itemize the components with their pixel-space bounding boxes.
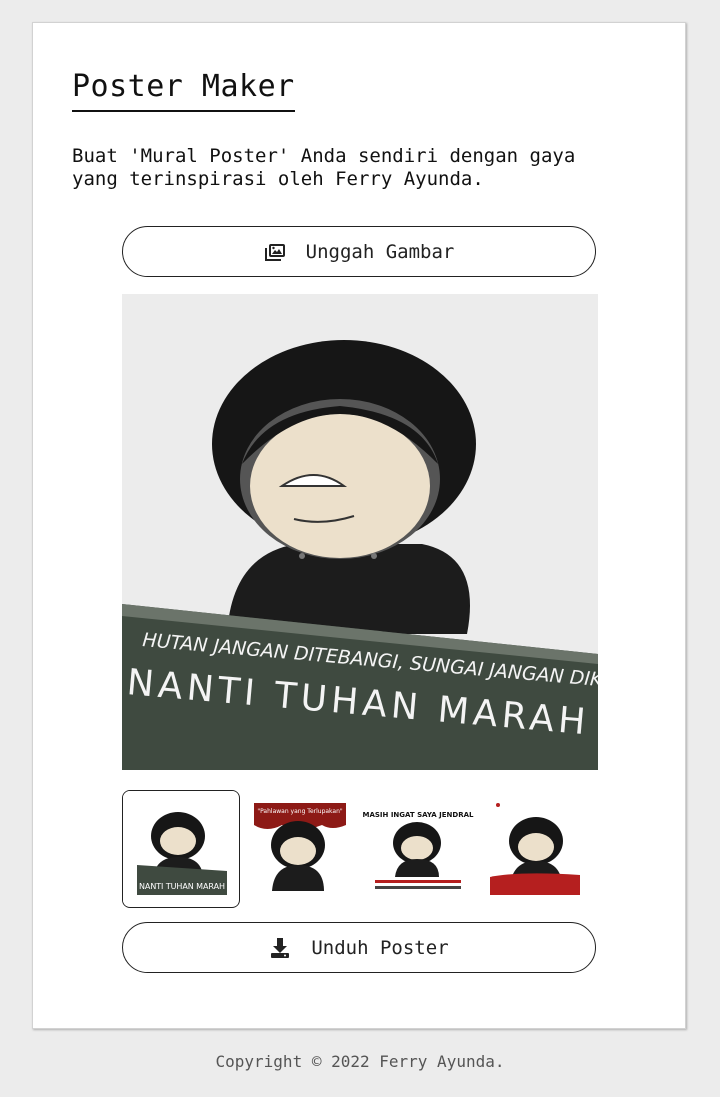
images-icon <box>264 241 286 263</box>
page-title: Poster Maker <box>72 69 295 112</box>
page-description: Buat 'Mural Poster' Anda sendiri dengan … <box>72 145 576 190</box>
template-1-text: NANTI TUHAN MARAH <box>139 882 225 891</box>
poster-preview: HUTAN JANGAN DITEBANGI, SUNGAI JANGAN DI… <box>122 294 598 770</box>
template-thumb-4[interactable] <box>479 790 597 908</box>
download-button-label: Unduh Poster <box>311 936 449 959</box>
template-thumbnails: NANTI TUHAN MARAH "Pahlawan yang Terlupa… <box>122 790 598 908</box>
template-3-text: MASIH INGAT SAYA JENDRAL <box>363 811 475 819</box>
poster-maker-card: Poster Maker Buat 'Mural Poster' Anda se… <box>32 22 686 1029</box>
download-icon <box>269 937 291 959</box>
template-thumb-3[interactable]: MASIH INGAT SAYA JENDRAL <box>360 790 478 908</box>
upload-button-label: Unggah Gambar <box>305 240 455 263</box>
template-2-text: "Pahlawan yang Terlupakan" <box>257 808 343 815</box>
template-thumb-2[interactable]: "Pahlawan yang Terlupakan" <box>241 790 359 908</box>
upload-image-button[interactable]: Unggah Gambar <box>122 226 596 277</box>
template-thumb-1[interactable]: NANTI TUHAN MARAH <box>122 790 240 908</box>
footer-copyright: Copyright © 2022 Ferry Ayunda. <box>215 1052 505 1071</box>
download-poster-button[interactable]: Unduh Poster <box>122 922 596 973</box>
